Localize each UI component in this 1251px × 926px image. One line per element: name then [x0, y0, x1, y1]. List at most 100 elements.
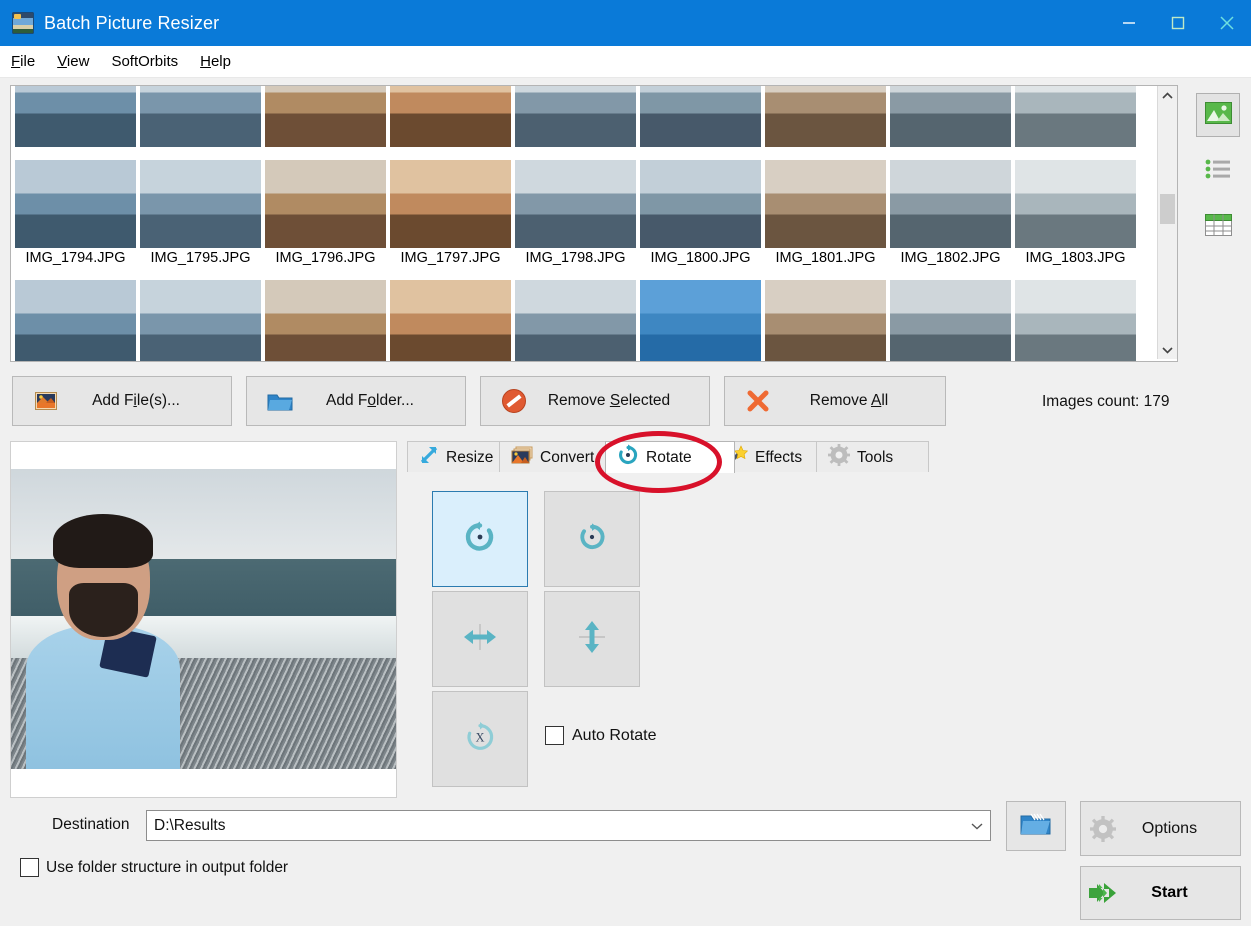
- thumbnail-image[interactable]: [140, 86, 261, 147]
- thumbnail-image[interactable]: [140, 280, 261, 361]
- thumbnail-image[interactable]: [15, 86, 136, 147]
- thumbnail-item[interactable]: IMG_1821.JPG: [763, 280, 888, 361]
- thumbnail-image[interactable]: [1015, 86, 1136, 147]
- thumbnail-item[interactable]: IMG_1798.JPG: [1013, 86, 1138, 160]
- thumbnail-image[interactable]: [140, 160, 261, 248]
- thumbnail-image[interactable]: [640, 160, 761, 248]
- thumbnail-item[interactable]: IMG_1794.JPG: [13, 160, 138, 280]
- add-files-button[interactable]: Add File(s)...: [12, 376, 232, 426]
- thumbnail-item[interactable]: IMG_1818.JPG: [513, 280, 638, 361]
- rotate-left-button[interactable]: [432, 491, 528, 587]
- thumbnail-label: IMG_1798.JPG: [525, 250, 626, 266]
- rotate-panel: X: [407, 472, 1177, 797]
- thumbnail-image[interactable]: [390, 86, 511, 147]
- thumbnail-item[interactable]: IMG_1792.JPG: [263, 86, 388, 160]
- thumbnail-label: IMG_1801.JPG: [775, 250, 876, 266]
- thumbnail-item[interactable]: IMG_1809.JPG: [263, 280, 388, 361]
- thumbnail-item[interactable]: IMG_1807.JPG: [13, 280, 138, 361]
- maximize-button[interactable]: [1153, 0, 1202, 46]
- rotate-custom-button[interactable]: X: [432, 691, 528, 787]
- thumbnail-image[interactable]: [390, 160, 511, 248]
- menu-item-file[interactable]: File: [0, 51, 46, 72]
- thumbnail-item[interactable]: IMG_1808.JPG: [138, 280, 263, 361]
- scroll-down-button[interactable]: [1158, 340, 1177, 359]
- minimize-button[interactable]: [1104, 0, 1153, 46]
- auto-rotate-checkbox[interactable]: [545, 726, 564, 745]
- thumbnail-image[interactable]: [15, 280, 136, 361]
- rotate-right-button[interactable]: [544, 491, 640, 587]
- use-folder-structure-checkbox[interactable]: [20, 858, 39, 877]
- thumbnail-image[interactable]: [1015, 280, 1136, 361]
- thumbnail-item[interactable]: IMG_1797.JPG: [388, 160, 513, 280]
- thumbnail-image[interactable]: [765, 280, 886, 361]
- thumbnail-item[interactable]: IMG_1793.JPG: [388, 86, 513, 160]
- image-preview: [10, 441, 397, 798]
- thumbnail-image[interactable]: [265, 86, 386, 147]
- flip-vertical-button[interactable]: [544, 591, 640, 687]
- browser-scrollbar[interactable]: [1157, 86, 1177, 359]
- view-mode-details[interactable]: [1196, 205, 1240, 249]
- rotate-clockwise-icon: [577, 522, 607, 557]
- image-list-browser[interactable]: IMG_1790.JPGIMG_1791.JPGIMG_1792.JPGIMG_…: [10, 85, 1178, 362]
- thumbnail-item[interactable]: IMG_1826.JPG: [1013, 280, 1138, 361]
- menu-item-help[interactable]: Help: [189, 51, 242, 72]
- thumbnail-item[interactable]: IMG_1800.JPG: [638, 160, 763, 280]
- thumbnail-item[interactable]: IMG_1797.JPG: [888, 86, 1013, 160]
- destination-value[interactable]: D:\Results: [147, 817, 964, 835]
- thumbnail-item[interactable]: IMG_1795.JPG: [638, 86, 763, 160]
- thumbnail-image[interactable]: [265, 280, 386, 361]
- options-button[interactable]: Options: [1080, 801, 1241, 856]
- thumbnail-item[interactable]: IMG_1790.JPG: [13, 86, 138, 160]
- thumbnail-image[interactable]: [15, 160, 136, 248]
- thumbnail-item[interactable]: IMG_1798.JPG: [513, 160, 638, 280]
- tab-rotate[interactable]: Rotate: [605, 441, 735, 473]
- thumbnail-image[interactable]: [515, 86, 636, 147]
- thumbnail-item[interactable]: IMG_1822.JPG: [888, 280, 1013, 361]
- thumbnail-item[interactable]: IMG_1794.JPG: [513, 86, 638, 160]
- tab-convert-label: Convert: [540, 448, 595, 466]
- thumbnail-image[interactable]: [1015, 160, 1136, 248]
- scroll-up-button[interactable]: [1158, 86, 1177, 105]
- tab-tools[interactable]: Tools: [816, 441, 929, 473]
- browse-folder-button[interactable]: [1006, 801, 1066, 851]
- thumbnail-image[interactable]: [890, 160, 1011, 248]
- thumbnail-item[interactable]: IMG_1802.JPG: [888, 160, 1013, 280]
- thumbnail-item[interactable]: IMG_1816.JPG: [388, 280, 513, 361]
- browse-folder-icon: [1019, 811, 1053, 842]
- destination-combobox[interactable]: D:\Results: [146, 810, 991, 841]
- thumbnail-image[interactable]: [765, 86, 886, 147]
- window-title: Batch Picture Resizer: [44, 12, 220, 33]
- thumbnail-image[interactable]: [890, 280, 1011, 361]
- close-button[interactable]: [1202, 0, 1251, 46]
- chevron-down-icon[interactable]: [964, 819, 990, 833]
- thumbnail-image[interactable]: [515, 160, 636, 248]
- menu-bar: File View SoftOrbits Help: [0, 46, 1251, 78]
- thumbnail-item[interactable]: IMG_1796.JPG: [763, 86, 888, 160]
- start-button[interactable]: Start: [1080, 866, 1241, 920]
- remove-selected-button[interactable]: Remove Selected: [480, 376, 710, 426]
- thumbnail-image[interactable]: [765, 160, 886, 248]
- thumbnail-item[interactable]: IMG_1819.JPG: [638, 280, 763, 361]
- thumbnail-image[interactable]: [515, 280, 636, 361]
- remove-all-button[interactable]: Remove All: [724, 376, 946, 426]
- view-mode-thumbnail[interactable]: [1196, 93, 1240, 137]
- thumbnail-item[interactable]: IMG_1791.JPG: [138, 86, 263, 160]
- flip-horizontal-button[interactable]: [432, 591, 528, 687]
- preview-photo: [11, 469, 396, 769]
- thumbnail-image[interactable]: [890, 86, 1011, 147]
- thumbnail-image[interactable]: [640, 86, 761, 147]
- menu-item-view[interactable]: View: [46, 51, 100, 72]
- thumbnail-item[interactable]: IMG_1796.JPG: [263, 160, 388, 280]
- thumbnail-image[interactable]: [640, 280, 761, 361]
- scrollbar-thumb[interactable]: [1160, 194, 1175, 224]
- svg-text:X: X: [476, 730, 485, 744]
- thumbnail-item[interactable]: IMG_1795.JPG: [138, 160, 263, 280]
- thumbnail-image[interactable]: [265, 160, 386, 248]
- add-folder-button[interactable]: Add Folder...: [246, 376, 466, 426]
- thumbnail-item[interactable]: IMG_1801.JPG: [763, 160, 888, 280]
- auto-rotate-label: Auto Rotate: [572, 726, 657, 744]
- thumbnail-image[interactable]: [390, 280, 511, 361]
- view-mode-list[interactable]: [1196, 149, 1240, 193]
- thumbnail-item[interactable]: IMG_1803.JPG: [1013, 160, 1138, 280]
- menu-item-softorbits[interactable]: SoftOrbits: [100, 51, 189, 72]
